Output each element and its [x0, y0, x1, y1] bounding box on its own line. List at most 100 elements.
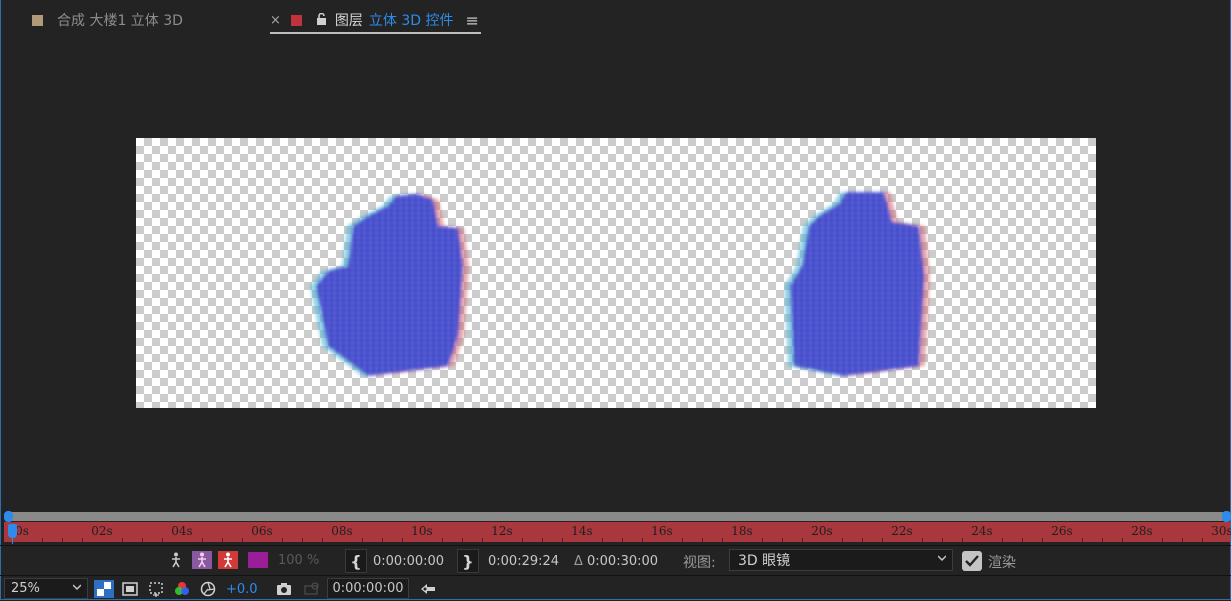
ruler-tick-label: 18s [731, 524, 753, 538]
checkmark-icon [965, 555, 979, 567]
tab-layer[interactable]: × 图层 立体 3D 控件 ≡ [270, 8, 481, 34]
ruler-minor-tick [282, 538, 283, 542]
chevron-down-icon [938, 555, 946, 562]
render-label: 渲染 [988, 555, 1016, 571]
ruler-minor-tick [242, 538, 243, 542]
ruler-minor-tick [82, 538, 83, 542]
ruler-minor-tick [302, 538, 303, 542]
show-snapshot-icon[interactable] [302, 580, 322, 598]
ruler-tick-label: 06s [251, 524, 273, 538]
ruler-minor-tick [1162, 538, 1163, 542]
ruler-minor-tick [622, 538, 623, 542]
ruler-minor-tick [462, 538, 463, 542]
ruler-minor-tick [702, 538, 703, 542]
ruler-minor-tick [842, 538, 843, 542]
close-tab-icon[interactable]: × [270, 13, 281, 28]
ruler-minor-tick [1102, 538, 1103, 542]
duration-delta-icon: Δ [574, 554, 583, 569]
channels-icon[interactable] [172, 580, 192, 598]
ruler-minor-tick [922, 538, 923, 542]
current-time-line [12, 536, 13, 544]
out-point-time[interactable]: 0:00:29:24 [488, 554, 559, 569]
onion-skin-icon[interactable] [192, 551, 212, 569]
ruler-minor-tick [962, 538, 963, 542]
tab-composition[interactable]: 合成 大楼1 立体 3D [32, 8, 183, 32]
magnification-dropdown[interactable]: 25% [4, 578, 88, 599]
ruler-minor-tick [162, 538, 163, 542]
time-ruler[interactable]: 0s 02s 04s 06s 08s 10s 12s 14s 16s 18s 20s 22s 24s 26… [4, 522, 1231, 542]
transparency-grid-icon[interactable] [94, 580, 114, 598]
opacity-value[interactable]: 100 % [278, 553, 319, 568]
current-time-field[interactable]: 0:00:00:00 [327, 578, 409, 599]
divider [0, 545, 1231, 546]
label-color-swatch[interactable] [32, 14, 43, 26]
ruler-tick-label: 04s [171, 524, 193, 538]
panel-menu-icon[interactable]: ≡ [466, 11, 479, 30]
ruler-minor-tick [602, 538, 603, 542]
tab-bar: 合成 大楼1 立体 3D × 图层 立体 3D 控件 ≡ [0, 0, 1231, 38]
ruler-minor-tick [362, 538, 363, 542]
ruler-tick-label: 16s [651, 524, 673, 538]
region-of-interest-icon[interactable] [146, 580, 166, 598]
reset-exposure-icon[interactable] [198, 580, 218, 598]
building-image-right [784, 192, 930, 376]
lock-icon[interactable] [316, 12, 327, 28]
time-navigator-bar[interactable] [8, 512, 1226, 521]
view-dropdown[interactable]: 3D 眼镜 [729, 549, 953, 571]
current-time-value: 0:00:00:00 [332, 581, 404, 596]
ruler-minor-tick [942, 538, 943, 542]
chevron-down-icon [73, 584, 81, 591]
snapshot-camera-icon[interactable] [274, 580, 294, 598]
ruler-minor-tick [442, 538, 443, 542]
color-swatch-button[interactable] [248, 552, 268, 568]
ruler-minor-tick [762, 538, 763, 542]
exposure-value[interactable]: +0.0 [226, 582, 258, 597]
label-color-swatch[interactable] [290, 14, 302, 26]
ruler-minor-tick [42, 538, 43, 542]
ruler-minor-tick [642, 538, 643, 542]
viewer-controls-row: +0.0 [94, 580, 258, 598]
ruler-tick-label: 26s [1051, 524, 1073, 538]
ruler-tick-label: 28s [1131, 524, 1153, 538]
set-in-point-button[interactable]: { [345, 549, 367, 573]
ruler-minor-tick [542, 538, 543, 542]
tab-layer-label: 图层 [334, 13, 363, 29]
duration-time: 0:00:30:00 [587, 554, 659, 569]
ruler-minor-tick [222, 538, 223, 542]
magnification-value: 25% [11, 581, 40, 596]
ruler-tick-label: 24s [971, 524, 993, 538]
tab-layer-name: 立体 3D 控件 [368, 13, 454, 29]
time-navigator-start-handle[interactable] [4, 511, 13, 522]
layer-controls-row: 100 % [166, 551, 319, 569]
ruler-minor-tick [1202, 538, 1203, 542]
ruler-tick-label: 22s [891, 524, 913, 538]
ruler-tick-label: 10s [411, 524, 433, 538]
ruler-minor-tick [562, 538, 563, 542]
ruler-minor-tick [682, 538, 683, 542]
ruler-tick-label: 02s [91, 524, 113, 538]
render-checkbox[interactable] [962, 551, 982, 571]
ruler-tick-label: 20s [811, 524, 833, 538]
in-point-time[interactable]: 0:00:00:00 [373, 554, 444, 569]
ruler-minor-tick [402, 538, 403, 542]
view-dropdown-value: 3D 眼镜 [738, 553, 791, 569]
render-figure-icon[interactable] [218, 551, 238, 569]
ruler-minor-tick [522, 538, 523, 542]
ruler-tick-label: 08s [331, 524, 353, 538]
flowchart-icon[interactable] [418, 580, 438, 598]
ruler-minor-tick [1022, 538, 1023, 542]
divider [0, 575, 1231, 576]
walk-figure-icon[interactable] [166, 551, 186, 569]
layer-viewer-canvas[interactable] [136, 138, 1096, 408]
time-navigator-end-handle[interactable] [1222, 511, 1231, 522]
ruler-minor-tick [1002, 538, 1003, 542]
ruler-minor-tick [142, 538, 143, 542]
mask-visibility-icon[interactable] [120, 580, 140, 598]
ruler-minor-tick [782, 538, 783, 542]
ruler-minor-tick [1122, 538, 1123, 542]
ruler-tick-label: 30s [1211, 524, 1231, 538]
ruler-minor-tick [722, 538, 723, 542]
set-out-point-button[interactable]: } [457, 549, 479, 573]
ruler-minor-tick [482, 538, 483, 542]
ruler-tick-label: 0s [15, 524, 29, 538]
